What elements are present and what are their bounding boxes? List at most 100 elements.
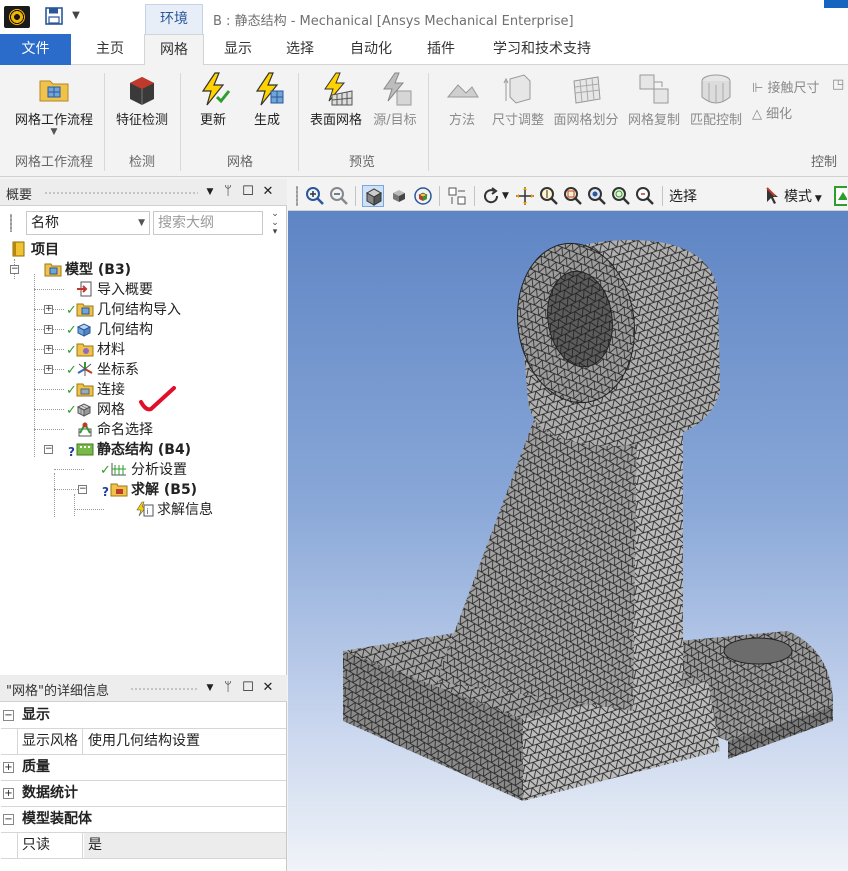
display-style-value[interactable]: 使用几何结构设置: [84, 729, 286, 754]
details-row-readonly[interactable]: 只读 是: [1, 833, 286, 859]
details-grid: − 显示 显示风格 使用几何结构设置 + 质量 + 数据统计 − 模型装配体 只…: [1, 703, 286, 859]
tree-item-named-selections[interactable]: 命名选择: [76, 420, 153, 440]
expand-icon[interactable]: +: [3, 788, 14, 799]
details-group-display[interactable]: − 显示: [1, 703, 286, 729]
quick-access-dropdown-icon[interactable]: ▼: [69, 8, 83, 24]
tree-item-solution[interactable]: 求解 (B5): [110, 480, 197, 500]
toolbar-grip[interactable]: [10, 214, 12, 232]
tree-expand-geometry-import[interactable]: +: [44, 305, 53, 314]
ansys-logo-icon[interactable]: [4, 6, 30, 28]
save-icon[interactable]: [44, 6, 66, 28]
details-group-model-assembly[interactable]: − 模型装配体: [1, 807, 286, 833]
rotate-icon[interactable]: [480, 185, 502, 207]
tree-collapse-model[interactable]: −: [10, 265, 19, 274]
details-group-quality[interactable]: + 质量: [1, 755, 286, 781]
match-control-button[interactable]: 匹配控制: [686, 71, 746, 128]
tree-item-mesh[interactable]: 网格: [76, 400, 125, 420]
pin-icon[interactable]: ᛘ: [220, 679, 236, 697]
tree-expand-coordinate-systems[interactable]: +: [44, 365, 53, 374]
tree-item-analysis-settings[interactable]: 分析设置: [110, 460, 187, 480]
tree-item-geometry-import[interactable]: 几何结构导入: [76, 300, 181, 320]
tab-selection[interactable]: 选择: [274, 34, 326, 65]
method-button[interactable]: 方法: [440, 71, 484, 128]
panel-menu-icon[interactable]: ▼: [202, 679, 218, 697]
surface-mesh-button[interactable]: 表面网格: [304, 71, 368, 128]
cursor-mode-icon[interactable]: [763, 185, 783, 207]
details-group-statistics[interactable]: + 数据统计: [1, 781, 286, 807]
source-target-icon: [377, 71, 413, 107]
pin-icon[interactable]: ᛘ: [220, 183, 236, 201]
tree-item-geometry[interactable]: 几何结构: [76, 320, 153, 340]
expand-icon[interactable]: +: [3, 762, 14, 773]
collapse-icon[interactable]: −: [3, 814, 14, 825]
tree-collapse-static-structural[interactable]: −: [44, 445, 53, 454]
update-button[interactable]: 更新: [188, 71, 238, 128]
details-row-display-style[interactable]: 显示风格 使用几何结构设置: [1, 729, 286, 755]
source-target-button[interactable]: 源/目标: [370, 71, 420, 128]
panel-grip[interactable]: [44, 192, 198, 194]
mode-dropdown[interactable]: 模式 ▼: [784, 186, 822, 206]
details-panel-header: "网格"的详细信息 ▼ ᛘ ☐ ✕: [0, 675, 287, 702]
maximize-icon[interactable]: ☐: [240, 679, 256, 697]
panel-menu-icon[interactable]: ▼: [202, 183, 218, 201]
pan-icon[interactable]: [514, 185, 536, 207]
feature-detection-button[interactable]: 特征检测: [110, 71, 174, 128]
select-mode-label: 选择: [669, 189, 697, 205]
context-tab-environment[interactable]: 环境: [145, 4, 203, 34]
rotate-dropdown-icon[interactable]: ▼: [502, 191, 509, 201]
body-select-icon[interactable]: [362, 185, 384, 207]
ribbon-overflow-icon[interactable]: ◳: [832, 77, 844, 92]
tree-expand-materials[interactable]: +: [44, 345, 53, 354]
tree-item-static-structural[interactable]: 静态结构 (B4): [76, 440, 191, 460]
tree-item-project[interactable]: 项目: [10, 240, 59, 260]
select-type-icon[interactable]: [833, 185, 847, 207]
mesh-cylinder-boss: [516, 240, 720, 446]
zoom-out-icon[interactable]: [328, 185, 350, 207]
tab-automation[interactable]: 自动化: [338, 34, 404, 65]
tab-mesh[interactable]: 网格: [144, 34, 204, 66]
sizing-button[interactable]: 尺寸调整: [488, 71, 548, 128]
match-control-icon: [698, 71, 734, 107]
expand-chevrons-icon[interactable]: ⌄ ⌄ ▾: [268, 210, 282, 237]
contact-sizing-button[interactable]: ⊩ 接触尺寸: [752, 77, 819, 96]
tree-item-materials[interactable]: 材料: [76, 340, 125, 360]
shaded-solid-icon[interactable]: [388, 185, 410, 207]
tab-file[interactable]: 文件: [0, 34, 71, 65]
face-meshing-button[interactable]: 面网格划分: [550, 71, 622, 128]
tree-item-import-summary[interactable]: 导入概要: [76, 280, 153, 300]
zoom-icon[interactable]: [538, 185, 560, 207]
tree-collapse-solution[interactable]: −: [78, 485, 87, 494]
tree-item-solution-information[interactable]: i 求解信息: [136, 500, 213, 520]
magnifier-window-icon[interactable]: [610, 185, 632, 207]
tree-item-coordinate-systems[interactable]: 坐标系: [76, 360, 139, 380]
tree-expand-geometry[interactable]: +: [44, 325, 53, 334]
previous-view-icon[interactable]: [634, 185, 656, 207]
tree-item-connections[interactable]: 连接: [76, 380, 125, 400]
graphics-viewport[interactable]: [288, 211, 848, 871]
tab-home[interactable]: 主页: [84, 34, 136, 65]
name-filter-dropdown[interactable]: 名称 ▼: [26, 211, 150, 235]
tab-addins[interactable]: 插件: [414, 34, 468, 65]
zoom-in-icon[interactable]: [304, 185, 326, 207]
refinement-button[interactable]: △ 细化: [752, 103, 792, 122]
mesh-copy-button[interactable]: 网格复制: [624, 71, 684, 128]
box-zoom-icon[interactable]: [562, 185, 584, 207]
panel-grip[interactable]: [130, 688, 198, 690]
generate-button[interactable]: 生成: [242, 71, 292, 128]
tab-learning[interactable]: 学习和技术支持: [482, 34, 602, 65]
collapse-icon[interactable]: −: [3, 710, 14, 721]
zoom-to-fit-icon[interactable]: [586, 185, 608, 207]
maximize-icon[interactable]: ☐: [240, 183, 256, 201]
outline-search-input[interactable]: 搜索大纲: [153, 211, 263, 235]
static-structural-icon: [76, 441, 94, 457]
close-icon[interactable]: ✕: [260, 183, 276, 201]
tab-display[interactable]: 显示: [212, 34, 264, 65]
viewport-layout-icon[interactable]: [446, 185, 468, 207]
tree-line: [74, 509, 104, 510]
mesh-workflow-button[interactable]: 网格工作流程 ▼: [8, 71, 100, 137]
close-icon[interactable]: ✕: [260, 679, 276, 697]
tree-item-model[interactable]: 模型 (B3): [44, 260, 131, 280]
view-cube-icon[interactable]: [412, 185, 434, 207]
toolbar-grip[interactable]: [296, 186, 298, 206]
mesh-workflow-dropdown-icon[interactable]: ▼: [8, 128, 100, 137]
